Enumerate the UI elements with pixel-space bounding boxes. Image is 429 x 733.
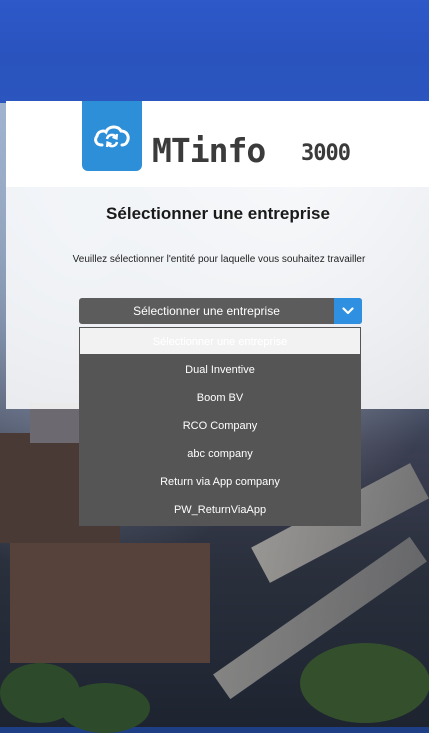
company-select[interactable]: Sélectionner une entreprise xyxy=(79,298,362,324)
dropdown-option[interactable]: Dual Inventive xyxy=(79,356,361,384)
dropdown-option-label: Sélectionner une entreprise xyxy=(152,336,288,348)
dropdown-option[interactable]: Boom BV xyxy=(79,384,361,412)
company-dropdown-list: Sélectionner une entreprise Dual Inventi… xyxy=(79,327,361,526)
dropdown-option[interactable]: abc company xyxy=(79,440,361,468)
dropdown-option[interactable]: Return via App company xyxy=(79,468,361,496)
company-select-value[interactable]: Sélectionner une entreprise xyxy=(79,298,334,324)
dropdown-option-placeholder[interactable]: Sélectionner une entreprise xyxy=(80,328,360,354)
chevron-down-icon[interactable] xyxy=(334,298,362,324)
dropdown-option[interactable]: RCO Company xyxy=(79,412,361,440)
background-building xyxy=(10,543,210,663)
background-tree xyxy=(300,643,429,723)
brand-number: 3000 xyxy=(301,141,351,166)
cloud-sync-icon xyxy=(82,101,142,171)
brand-name: MTinfo xyxy=(152,131,266,170)
dropdown-option[interactable]: PW_ReturnViaApp xyxy=(79,496,361,524)
background-tree xyxy=(60,683,150,733)
page-description: Veuillez sélectionner l'entité pour laqu… xyxy=(72,254,366,265)
background-sky xyxy=(0,0,429,103)
page-title: Sélectionner une entreprise xyxy=(106,204,330,223)
logo-band: MTinfo 3000 xyxy=(6,101,429,187)
